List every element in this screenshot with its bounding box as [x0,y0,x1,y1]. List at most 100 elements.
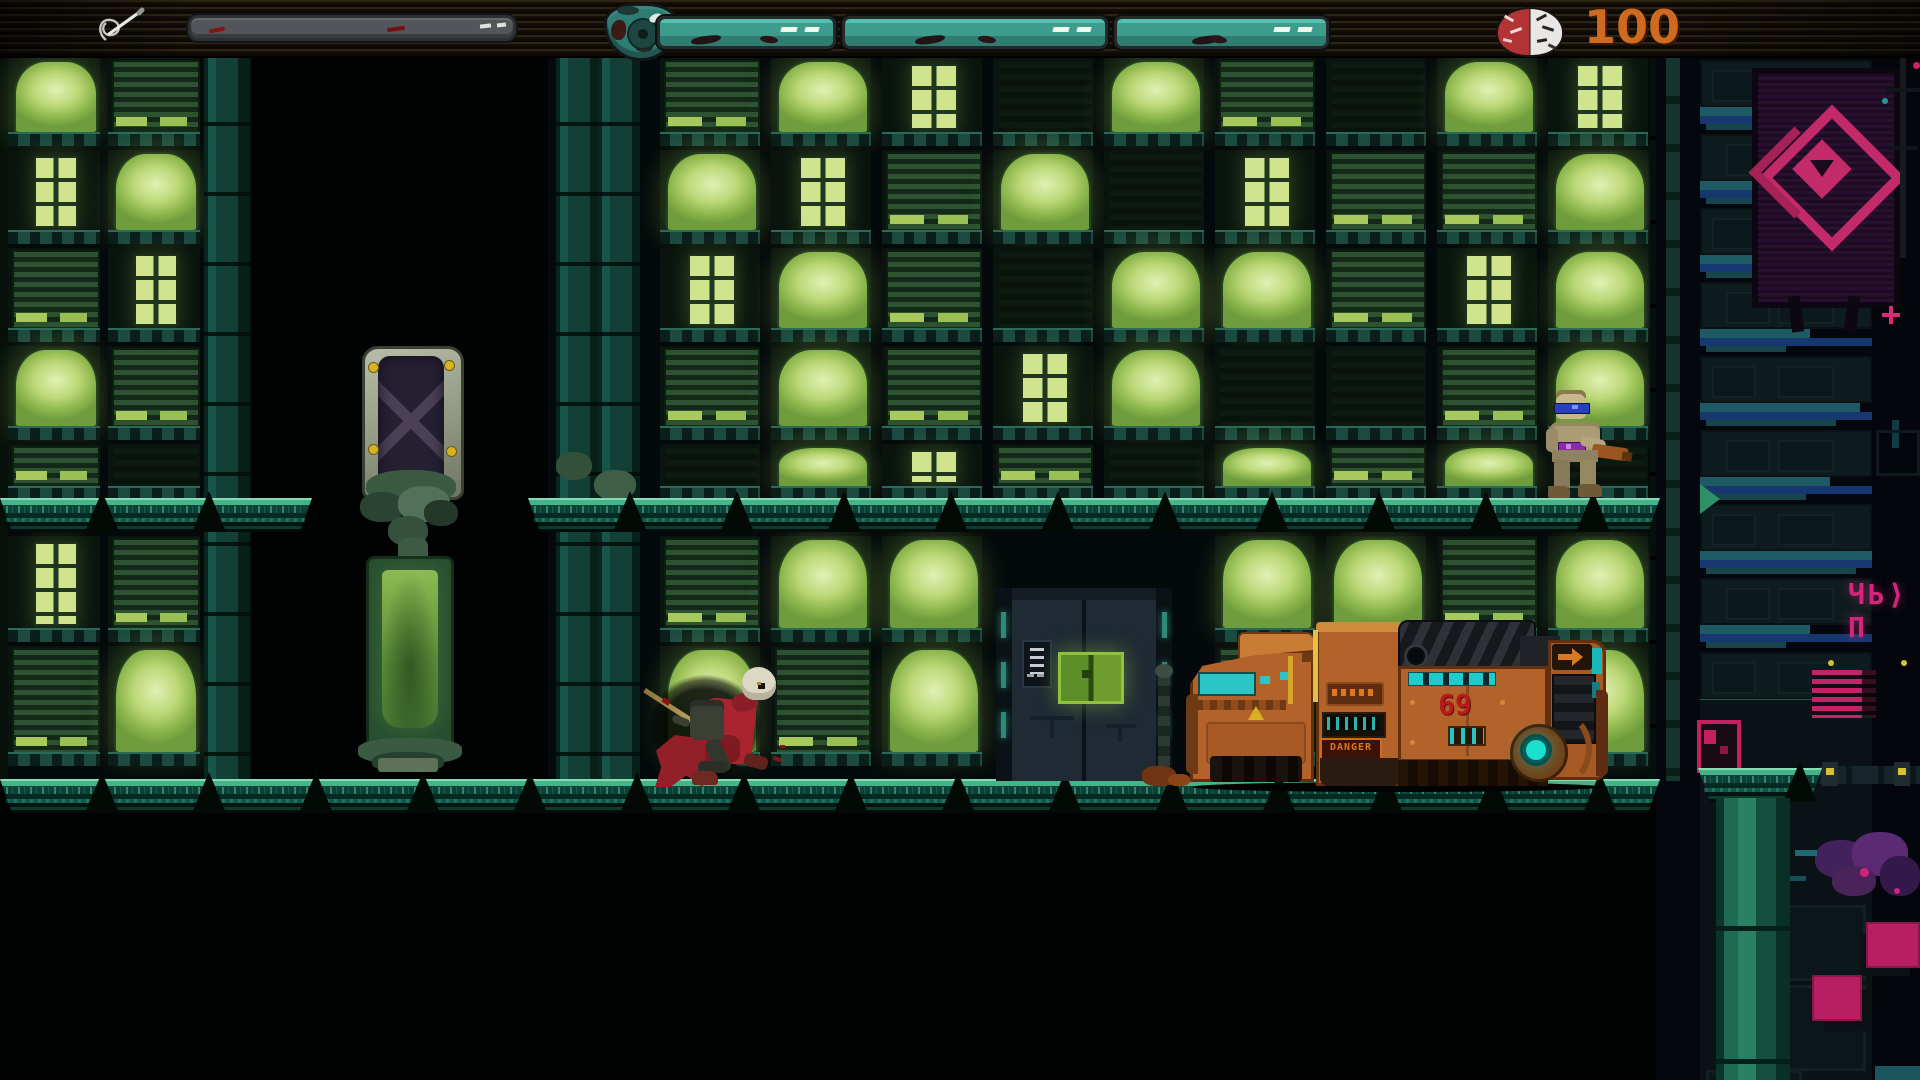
window-sill [108,486,200,500]
blood-speck [773,756,782,762]
window-sill [8,328,100,342]
shutter-lit-slat [668,613,702,622]
window-sill [882,426,982,440]
stat-bar [842,16,1108,49]
window-sill [1104,328,1204,342]
shutter-lit-slat [1334,215,1368,224]
window-arch-lit [1110,60,1202,134]
vehicle-bumper [1186,694,1198,774]
bolt-icon [444,360,455,371]
cyan-dash [1795,850,1817,856]
vehicle-undercarriage [1320,758,1400,786]
blood-speck [780,745,785,748]
vehicle-debris [1168,774,1190,786]
enemy-boot [1548,486,1570,498]
window-arch-lit [1221,446,1313,488]
building-left-edge [0,56,8,781]
shutter-lit-slat [716,411,746,420]
enemy-soldier[interactable] [1542,388,1632,504]
neon-glyph-sign: ЧЬ⟩П [1848,578,1920,644]
city-floor-window [1726,588,1770,620]
window-arch-lit [1443,446,1535,488]
door-frame-light [1001,662,1006,688]
shutter-lit-slat [1223,117,1257,126]
enemy-rear-arm [1546,428,1558,452]
sparkle-icon [1882,313,1900,317]
window-dark [997,250,1093,330]
platform-notch [299,772,333,813]
pillar-column [556,56,598,781]
window-sill [108,328,200,342]
door-frame-light [1001,712,1006,738]
vehicle-windshield [1198,672,1256,696]
shutter-lit-slat [938,313,968,322]
shutter-lit-slat [1334,471,1368,480]
vehicle-mast-top [1155,664,1173,678]
shutter-lit-slat [668,117,702,126]
city-lit-band [1700,412,1872,420]
window-sill [108,132,200,146]
window-sill [993,328,1093,342]
stat-bar-scratch [977,35,996,44]
platform-notch [827,491,861,532]
window-sill [882,230,982,244]
window-sill [993,132,1093,146]
stat-bar-scratch [760,35,779,44]
neon-striped-sign [1812,670,1876,718]
window-cross-lit [1021,352,1069,424]
window-sill [1548,328,1648,342]
city-h-frame [1876,430,1920,476]
game-viewport[interactable]: DANGER69 [0,0,1920,1080]
brain-crack [1537,38,1547,43]
window-dark [1108,152,1204,232]
city-floor-window [1726,440,1770,472]
platform-notch [1255,491,1289,532]
shutter-lit-slat [890,215,924,224]
player-boot [692,771,718,785]
player-character[interactable] [640,655,785,795]
platform-notch [720,491,754,532]
goggle-glint [1572,405,1578,409]
window-arch-lit [1110,250,1202,330]
window-sill [8,752,100,766]
window-sill [108,426,200,440]
game-world: DANGER69 [0,0,1920,1080]
window-sill [660,426,760,440]
window-sill [1104,132,1204,146]
pipe-bracket-light [1898,768,1906,775]
sign-light [1901,660,1907,666]
platform-notch [934,491,968,532]
city-lit-band [1700,560,1872,568]
platform-notch [513,772,547,813]
shutter-lit-slat [716,613,746,622]
window-cross-lit [34,542,78,626]
scratch-mark [387,26,405,32]
door-frame-light [1001,612,1006,638]
platform-notch [1469,491,1503,532]
shutter-lit-slat [1493,411,1523,420]
statue-base-slab [378,758,438,772]
vehicle-port [1448,726,1486,746]
window-arch-lit [1332,538,1424,630]
brain-crack [1504,15,1514,23]
door-lintel [1012,588,1156,600]
city-floor-window [1712,218,1756,250]
shutter-lit-slat [890,411,924,420]
vehicle-number-label: 69 [1438,688,1484,721]
window-sill [1437,328,1537,342]
platform-ticks [6,518,306,522]
window-sill [8,426,100,440]
teal-accent [1592,648,1602,674]
window-sill [771,426,871,440]
window-sill [1548,230,1648,244]
platform-notch [85,772,119,813]
moss-clump [556,452,592,480]
city-lit-band [1706,420,1836,426]
platform-notch [1783,761,1817,802]
door-groove [1050,716,1054,738]
antenna-crossbar [1888,146,1918,150]
window-sill [1215,328,1315,342]
stat-bar-dash [780,27,797,32]
brain-crack [1503,38,1512,43]
window-cross-lit [1465,254,1513,326]
